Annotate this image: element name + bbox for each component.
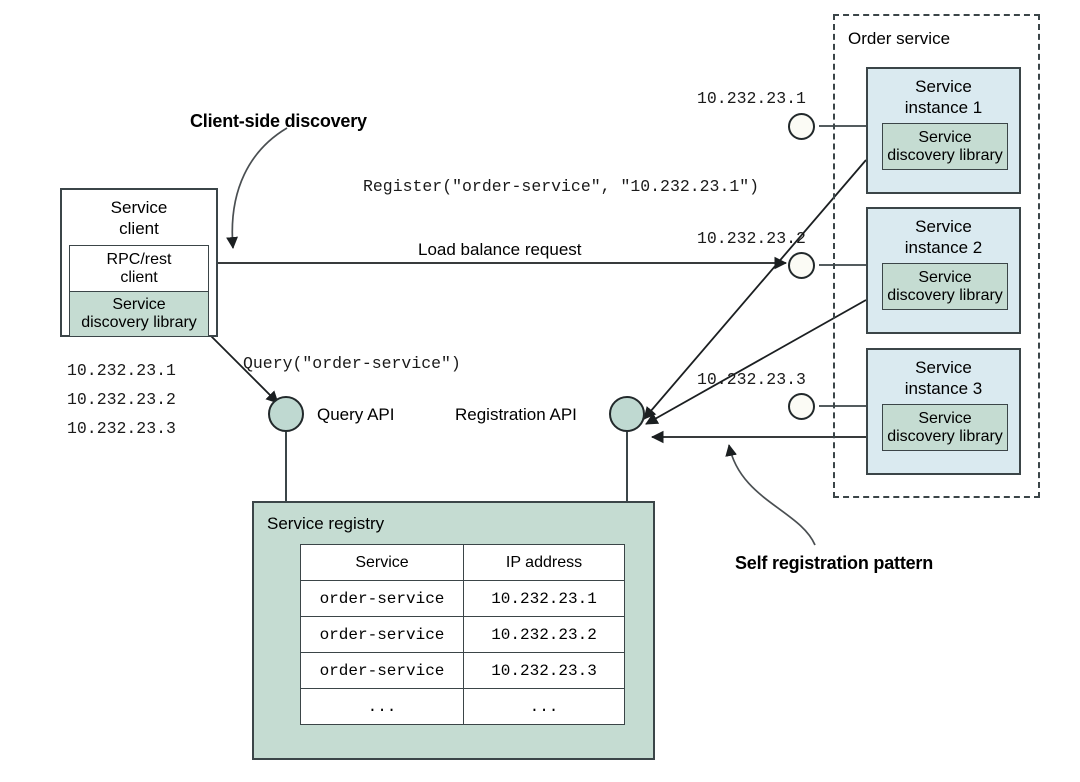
- instance-1-sdl-line2: discovery library: [887, 146, 1003, 164]
- cell-service: order-service: [300, 580, 464, 617]
- instance-1-title-line1: Service: [915, 77, 972, 97]
- rpc-rest-client-line1: RPC/rest: [106, 250, 172, 268]
- cell-ip: ...: [463, 688, 625, 725]
- service-client-title-line1: Service: [110, 198, 168, 218]
- client-ip-1: 10.232.23.2: [67, 390, 176, 409]
- leader-client-side-discovery: [226, 127, 288, 249]
- leader-self-registration-pattern: [725, 444, 816, 546]
- service-client-title: Service client: [62, 196, 216, 242]
- instance-1-title-line2: instance 1: [904, 98, 983, 117]
- service-instance-3-title: Service instance 3: [868, 356, 1019, 402]
- instance-2-sdl-line2: discovery library: [887, 286, 1003, 304]
- instance-3-sdl-line1: Service: [918, 409, 972, 427]
- table-row: order-service 10.232.23.1: [300, 580, 625, 617]
- query-api-node[interactable]: [268, 396, 304, 432]
- column-header-ip-address: IP address: [463, 544, 625, 581]
- instance-2-service-discovery-library-box[interactable]: Service discovery library: [882, 263, 1008, 310]
- column-header-service: Service: [300, 544, 464, 581]
- label-register-call: Register("order-service", "10.232.23.1"): [363, 177, 760, 196]
- cell-service: order-service: [300, 652, 464, 689]
- label-load-balance-request: Load balance request: [418, 240, 582, 259]
- service-instance-1-title: Service instance 1: [868, 75, 1019, 121]
- client-service-discovery-library-box[interactable]: Service discovery library: [69, 291, 209, 337]
- instance-3-service-discovery-library-box[interactable]: Service discovery library: [882, 404, 1008, 451]
- instance-1-ip-label: 10.232.23.1: [697, 89, 806, 108]
- service-instance-1-box[interactable]: Service instance 1 Service discovery lib…: [866, 67, 1021, 194]
- diagram-canvas: Client-side discovery Self registration …: [0, 0, 1080, 782]
- cell-service: order-service: [300, 616, 464, 653]
- client-sdl-line1: Service: [112, 296, 166, 313]
- annotation-self-registration-pattern: Self registration pattern: [735, 553, 934, 573]
- label-query-call: Query("order-service"): [243, 354, 461, 373]
- table-row: order-service 10.232.23.2: [300, 616, 625, 653]
- instance-3-title-line2: instance 3: [904, 379, 983, 398]
- instance-2-title-line1: Service: [915, 217, 972, 237]
- service-registry-table: Service IP address order-service 10.232.…: [300, 544, 625, 725]
- annotation-client-side-discovery: Client-side discovery: [190, 111, 367, 131]
- instance-3-sdl-line2: discovery library: [887, 427, 1003, 445]
- instance-3-ip-label: 10.232.23.3: [697, 370, 806, 389]
- cell-ip: 10.232.23.2: [463, 616, 625, 653]
- query-api-label: Query API: [317, 405, 395, 424]
- table-row: order-service 10.232.23.3: [300, 652, 625, 689]
- service-client-title-line2: client: [119, 219, 159, 238]
- cell-service: ...: [300, 688, 464, 725]
- rpc-rest-client-box[interactable]: RPC/rest client: [69, 245, 209, 292]
- service-instance-3-box[interactable]: Service instance 3 Service discovery lib…: [866, 348, 1021, 475]
- service-client-box[interactable]: Service client RPC/rest client Service d…: [60, 188, 218, 337]
- service-registry-title: Service registry: [267, 514, 385, 533]
- cell-ip: 10.232.23.3: [463, 652, 625, 689]
- instance-2-ip-node[interactable]: [788, 252, 815, 279]
- rpc-rest-client-line2: client: [120, 268, 158, 286]
- instance-1-sdl-line1: Service: [918, 128, 972, 146]
- service-instance-2-title: Service instance 2: [868, 215, 1019, 261]
- instance-1-ip-node[interactable]: [788, 113, 815, 140]
- client-ip-2: 10.232.23.3: [67, 419, 176, 438]
- instance-2-title-line2: instance 2: [904, 238, 983, 257]
- instance-1-service-discovery-library-box[interactable]: Service discovery library: [882, 123, 1008, 170]
- instance-2-sdl-line1: Service: [918, 268, 972, 286]
- registration-api-label: Registration API: [455, 405, 577, 424]
- client-sdl-line2: discovery library: [81, 314, 197, 331]
- order-service-title: Order service: [848, 29, 951, 48]
- cell-ip: 10.232.23.1: [463, 580, 625, 617]
- instance-2-ip-label: 10.232.23.2: [697, 229, 806, 248]
- service-instance-2-box[interactable]: Service instance 2 Service discovery lib…: [866, 207, 1021, 334]
- instance-3-ip-node[interactable]: [788, 393, 815, 420]
- table-row: ... ...: [300, 688, 625, 725]
- registration-api-node[interactable]: [609, 396, 645, 432]
- instance-3-title-line1: Service: [915, 358, 972, 378]
- table-header-row: Service IP address: [300, 544, 625, 581]
- client-ip-0: 10.232.23.1: [67, 361, 176, 380]
